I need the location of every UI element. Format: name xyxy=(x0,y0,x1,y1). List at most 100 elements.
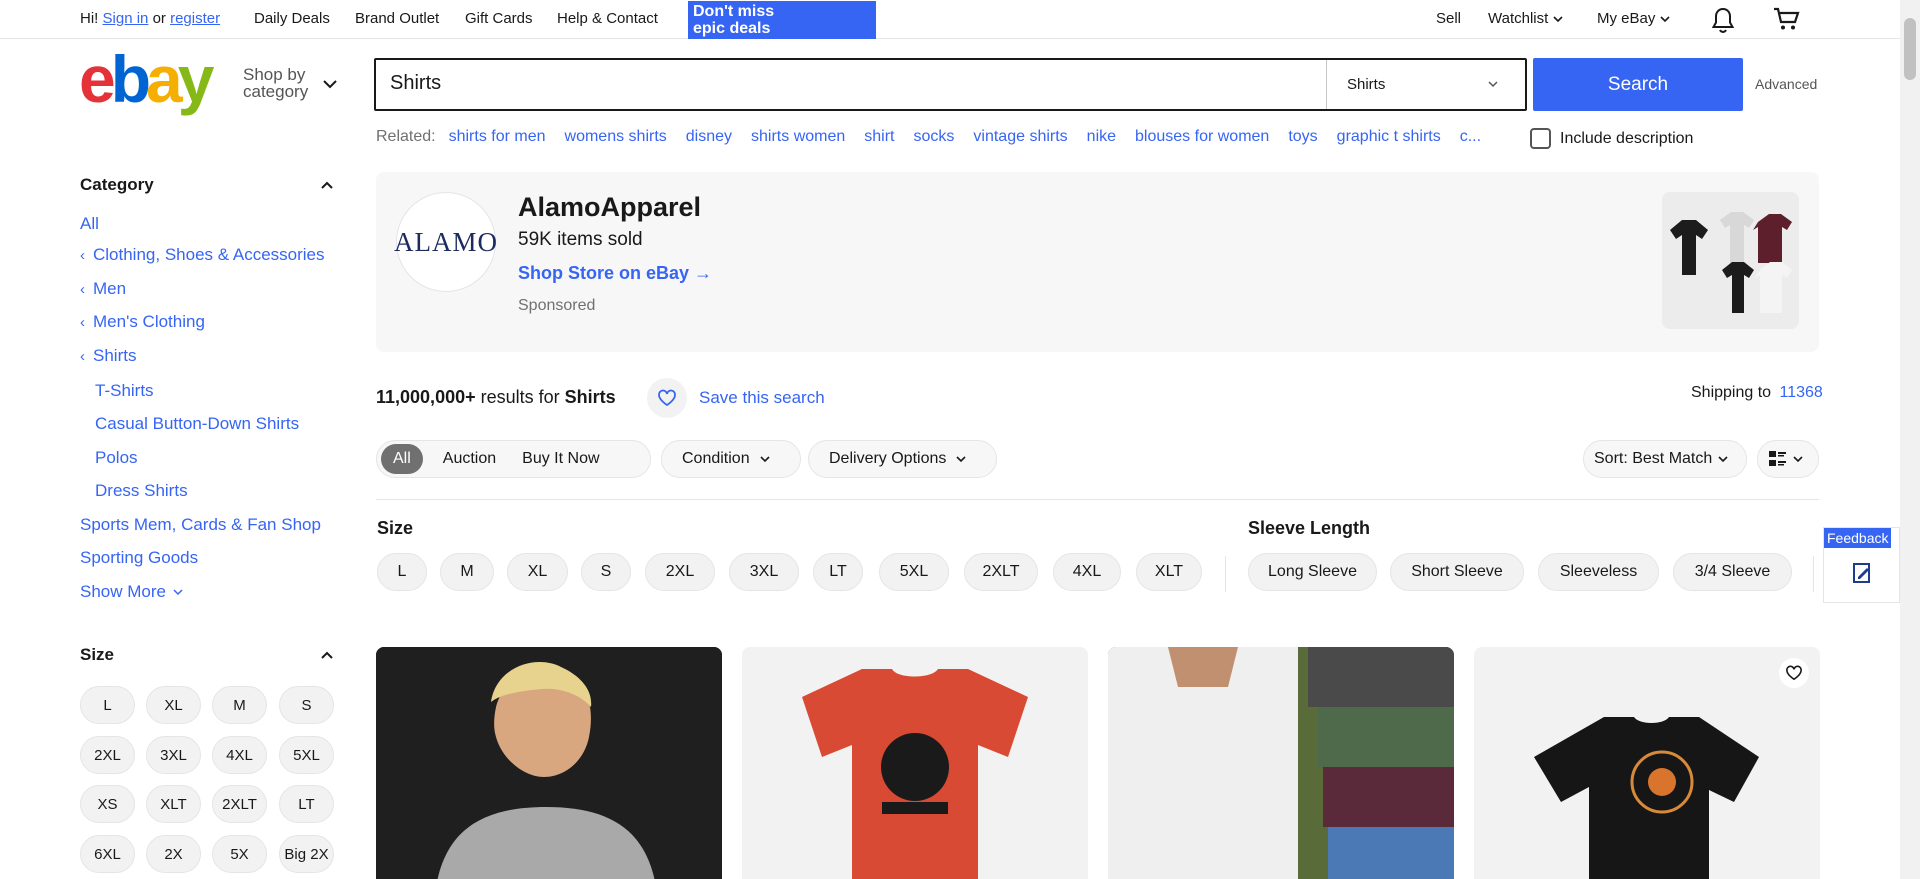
category-heading[interactable]: Category xyxy=(80,175,154,195)
sleeve-filter-chip[interactable]: Long Sleeve xyxy=(1248,553,1377,591)
watchlist-link[interactable]: Watchlist xyxy=(1488,10,1565,27)
related-link[interactable]: socks xyxy=(914,128,955,146)
size-chip[interactable]: L xyxy=(80,686,135,724)
chevron-up-icon[interactable] xyxy=(320,178,334,192)
help-contact-link[interactable]: Help & Contact xyxy=(557,10,658,27)
condition-filter[interactable]: Condition xyxy=(661,440,801,478)
size-chip[interactable]: 3XL xyxy=(146,736,201,774)
size-chip[interactable]: 6XL xyxy=(80,835,135,873)
delivery-options-filter[interactable]: Delivery Options xyxy=(808,440,997,478)
size-filter-chip[interactable]: 2XLT xyxy=(964,553,1038,591)
view-toggle[interactable] xyxy=(1757,440,1819,478)
related-link[interactable]: disney xyxy=(686,128,732,146)
subcategory-link[interactable]: Polos xyxy=(95,448,138,468)
chevron-up-icon[interactable] xyxy=(320,648,334,662)
store-product-image[interactable] xyxy=(1662,192,1799,329)
category-crumb-link[interactable]: ‹ Clothing, Shoes & Accessories xyxy=(80,245,325,265)
size-chip[interactable]: 2XLT xyxy=(212,785,267,823)
search-button[interactable]: Search xyxy=(1533,58,1743,111)
scrollbar-thumb[interactable] xyxy=(1904,18,1916,80)
product-card[interactable] xyxy=(376,647,722,879)
scrollbar[interactable] xyxy=(1900,0,1920,879)
category-select[interactable]: Shirts xyxy=(1326,60,1527,109)
category-crumb-link[interactable]: ‹ Men xyxy=(80,279,126,299)
size-filter-chip[interactable]: 4XL xyxy=(1053,553,1121,591)
notification-bell-icon[interactable] xyxy=(1710,6,1736,34)
size-heading[interactable]: Size xyxy=(80,645,114,665)
size-chip[interactable]: XLT xyxy=(146,785,201,823)
related-link[interactable]: shirt xyxy=(864,128,894,146)
my-ebay-link[interactable]: My eBay xyxy=(1597,10,1672,27)
category-all-link[interactable]: All xyxy=(80,214,99,234)
related-link[interactable]: blouses for women xyxy=(1135,128,1269,146)
subcategory-link[interactable]: T-Shirts xyxy=(95,381,154,401)
store-name[interactable]: AlamoApparel xyxy=(518,192,701,223)
ebay-logo[interactable]: ebay xyxy=(79,52,229,118)
size-chip[interactable]: Big 2X xyxy=(279,835,334,873)
include-description-checkbox[interactable]: Include description xyxy=(1530,128,1693,149)
product-card[interactable] xyxy=(1108,647,1454,879)
sign-in-link[interactable]: Sign in xyxy=(103,10,149,27)
category-crumb-link[interactable]: ‹ Men's Clothing xyxy=(80,312,205,332)
size-chip[interactable]: 5X xyxy=(212,835,267,873)
size-chip[interactable]: S xyxy=(279,686,334,724)
size-filter-chip[interactable]: 2XL xyxy=(645,553,715,591)
size-chip[interactable]: XS xyxy=(80,785,135,823)
size-chip[interactable]: 4XL xyxy=(212,736,267,774)
daily-deals-link[interactable]: Daily Deals xyxy=(254,10,330,27)
zip-code-link[interactable]: 11368 xyxy=(1780,384,1823,401)
size-chip[interactable]: 5XL xyxy=(279,736,334,774)
size-filter-chip[interactable]: L xyxy=(377,553,427,591)
register-link[interactable]: register xyxy=(170,10,220,27)
advanced-search-link[interactable]: Advanced xyxy=(1755,76,1817,92)
related-link[interactable]: toys xyxy=(1288,128,1317,146)
size-filter-chip[interactable]: LT xyxy=(813,553,863,591)
size-filter-chip[interactable]: 5XL xyxy=(879,553,949,591)
sponsored-store-banner[interactable]: ALAMO AlamoApparel 59K items sold Shop S… xyxy=(376,172,1819,352)
sleeve-filter-chip[interactable]: 3/4 Sleeve xyxy=(1673,553,1792,591)
size-filter-chip[interactable]: 3XL xyxy=(729,553,799,591)
tab-auction[interactable]: Auction xyxy=(431,444,508,474)
save-search-button[interactable]: Save this search xyxy=(647,378,825,418)
size-filter-chip[interactable]: M xyxy=(440,553,494,591)
product-card[interactable] xyxy=(1474,647,1820,879)
subcategory-link[interactable]: Casual Button-Down Shirts xyxy=(95,414,299,434)
size-chip[interactable]: 2X xyxy=(146,835,201,873)
feedback-widget[interactable]: Feedback xyxy=(1823,527,1900,603)
sort-dropdown[interactable]: Sort: Best Match xyxy=(1583,440,1747,478)
related-link[interactable]: womens shirts xyxy=(565,128,667,146)
size-chip[interactable]: M xyxy=(212,686,267,724)
tab-buy-it-now[interactable]: Buy It Now xyxy=(510,444,611,474)
category-link[interactable]: Sporting Goods xyxy=(80,548,198,568)
sleeve-filter-chip[interactable]: Short Sleeve xyxy=(1390,553,1524,591)
checkbox-box[interactable] xyxy=(1530,128,1551,149)
shop-by-category-button[interactable]: Shop by category xyxy=(243,66,308,100)
subcategory-link[interactable]: Dress Shirts xyxy=(95,481,188,501)
product-card[interactable] xyxy=(742,647,1088,879)
size-chip[interactable]: LT xyxy=(279,785,334,823)
sell-link[interactable]: Sell xyxy=(1436,10,1461,27)
size-chip[interactable]: 2XL xyxy=(80,736,135,774)
category-crumb-link[interactable]: ‹ Shirts xyxy=(80,346,136,366)
size-filter-chip[interactable]: S xyxy=(581,553,631,591)
cart-icon[interactable] xyxy=(1772,6,1800,32)
shop-store-link[interactable]: Shop Store on eBay → xyxy=(518,263,712,284)
size-chip[interactable]: XL xyxy=(146,686,201,724)
gift-cards-link[interactable]: Gift Cards xyxy=(465,10,533,27)
tab-all[interactable]: All xyxy=(381,444,423,474)
related-link[interactable]: shirts women xyxy=(751,128,845,146)
related-link[interactable]: graphic t shirts xyxy=(1337,128,1441,146)
search-input[interactable] xyxy=(390,72,1290,95)
sleeve-filter-chip[interactable]: Sleeveless xyxy=(1538,553,1659,591)
size-filter-chip[interactable]: XL xyxy=(507,553,568,591)
related-link[interactable]: vintage shirts xyxy=(973,128,1067,146)
category-link[interactable]: Sports Mem, Cards & Fan Shop xyxy=(80,515,321,535)
related-link[interactable]: nike xyxy=(1087,128,1116,146)
show-more-link[interactable]: Show More xyxy=(80,582,185,602)
promo-banner[interactable]: Don't miss epic deals xyxy=(688,1,876,39)
related-link[interactable]: shirts for men xyxy=(449,128,546,146)
size-filter-chip[interactable]: XLT xyxy=(1136,553,1202,591)
watch-heart-button[interactable] xyxy=(1779,658,1809,688)
brand-outlet-link[interactable]: Brand Outlet xyxy=(355,10,439,27)
related-link[interactable]: c... xyxy=(1460,128,1481,146)
